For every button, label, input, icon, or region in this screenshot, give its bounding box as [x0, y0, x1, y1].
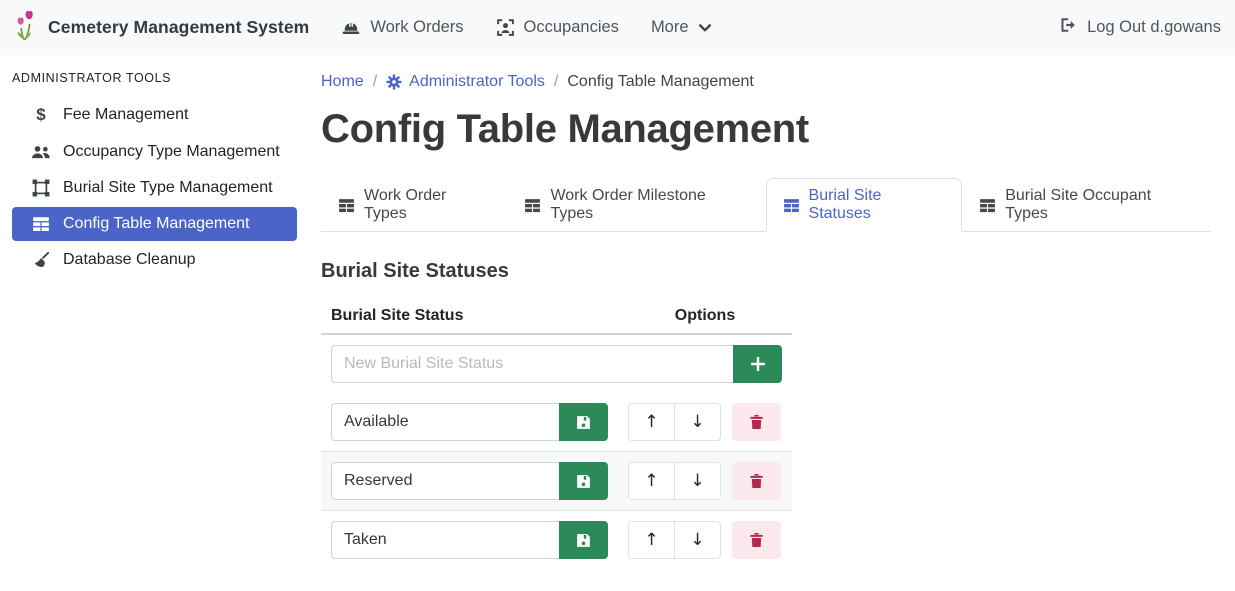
- move-up-button[interactable]: ↑: [628, 521, 675, 559]
- broom-icon: [30, 251, 52, 269]
- sidebar-item-label: Occupancy Type Management: [63, 143, 280, 161]
- nav-occupancies-label: Occupancies: [524, 18, 619, 37]
- move-up-button[interactable]: ↑: [628, 403, 675, 441]
- sidebar-heading: ADMINISTRATOR TOOLS: [0, 63, 310, 95]
- section-title: Burial Site Statuses: [321, 260, 1211, 283]
- burial-site-statuses-table: Burial Site Status Options: [321, 299, 792, 569]
- sidebar-item-fee-management[interactable]: $ Fee Management: [12, 97, 297, 133]
- move-down-button[interactable]: ↓: [674, 462, 721, 500]
- save-status-button[interactable]: [559, 521, 608, 559]
- object-group-icon: [30, 179, 52, 197]
- people-icon: [30, 145, 52, 160]
- column-header-burial-site-status: Burial Site Status: [321, 299, 618, 333]
- admin-sidebar: ADMINISTRATOR TOOLS $ Fee Management Occ…: [0, 55, 310, 569]
- new-status-row: [321, 335, 792, 393]
- top-navbar: Cemetery Management System Work Orders O…: [0, 0, 1235, 55]
- save-status-button[interactable]: [559, 462, 608, 500]
- tab-label: Burial Site Statuses: [809, 187, 946, 223]
- status-input[interactable]: [331, 462, 559, 500]
- delete-status-button[interactable]: [732, 403, 781, 441]
- add-status-button[interactable]: [733, 345, 782, 383]
- sidebar-item-label: Burial Site Type Management: [63, 179, 273, 197]
- move-down-button[interactable]: ↓: [674, 521, 721, 559]
- sidebar-item-database-cleanup[interactable]: Database Cleanup: [12, 243, 297, 277]
- trash-icon: [748, 531, 765, 549]
- status-input[interactable]: [331, 403, 559, 441]
- breadcrumb-admin-tools-label: Administrator Tools: [409, 73, 545, 91]
- sidebar-item-config-table-management[interactable]: Config Table Management: [12, 207, 297, 241]
- column-header-options: Options: [618, 299, 792, 333]
- breadcrumb-home-label: Home: [321, 73, 364, 91]
- status-row-taken: ↑ ↓: [321, 511, 792, 569]
- config-tabs: Work Order Types Work Order Milestone Ty…: [321, 178, 1211, 232]
- hard-hat-icon: [341, 18, 361, 38]
- tab-burial-site-occupant-types[interactable]: Burial Site Occupant Types: [962, 178, 1211, 232]
- status-input[interactable]: [331, 521, 559, 559]
- table-icon: [338, 197, 355, 214]
- nav-more-label: More: [651, 18, 689, 37]
- breadcrumb-administrator-tools[interactable]: Administrator Tools: [386, 73, 545, 91]
- save-icon: [575, 473, 592, 490]
- move-down-button[interactable]: ↓: [674, 403, 721, 441]
- main-content: Home / Administrator Tools / Config: [310, 55, 1235, 569]
- sidebar-item-label: Fee Management: [63, 106, 188, 124]
- sidebar-item-occupancy-type-management[interactable]: Occupancy Type Management: [12, 135, 297, 169]
- table-icon: [524, 197, 541, 214]
- status-row-reserved: ↑ ↓: [321, 452, 792, 511]
- sidebar-item-burial-site-type-management[interactable]: Burial Site Type Management: [12, 171, 297, 205]
- logout-link[interactable]: Log Out d.gowans: [1059, 16, 1221, 39]
- app-brand[interactable]: Cemetery Management System: [12, 9, 309, 46]
- plus-icon: [748, 354, 768, 374]
- tulip-logo-icon: [12, 9, 39, 46]
- breadcrumb: Home / Administrator Tools / Config: [321, 73, 1211, 91]
- app-title: Cemetery Management System: [48, 17, 309, 38]
- tab-work-order-types[interactable]: Work Order Types: [321, 178, 507, 232]
- trash-icon: [748, 472, 765, 490]
- breadcrumb-home[interactable]: Home: [321, 73, 364, 91]
- nav-occupancies[interactable]: Occupancies: [496, 18, 619, 37]
- breadcrumb-separator: /: [554, 73, 558, 91]
- tab-work-order-milestone-types[interactable]: Work Order Milestone Types: [507, 178, 765, 232]
- nav-work-orders-label: Work Orders: [370, 18, 463, 37]
- table-icon: [979, 197, 996, 214]
- table-icon: [783, 197, 800, 214]
- table-icon: [30, 215, 52, 233]
- reorder-button-group: ↑ ↓: [628, 403, 721, 441]
- sidebar-item-label: Database Cleanup: [63, 251, 196, 269]
- page-title: Config Table Management: [321, 107, 1211, 152]
- tab-label: Burial Site Occupant Types: [1005, 187, 1194, 223]
- table-header-row: Burial Site Status Options: [321, 299, 792, 335]
- main-nav: Work Orders Occupancies More: [341, 18, 711, 38]
- reorder-button-group: ↑ ↓: [628, 462, 721, 500]
- tab-burial-site-statuses[interactable]: Burial Site Statuses: [766, 178, 963, 232]
- person-frame-icon: [496, 18, 515, 37]
- nav-more[interactable]: More: [651, 18, 712, 37]
- nav-work-orders[interactable]: Work Orders: [341, 18, 463, 38]
- tab-label: Work Order Types: [364, 187, 490, 223]
- delete-status-button[interactable]: [732, 462, 781, 500]
- sidebar-item-label: Config Table Management: [63, 215, 250, 233]
- new-status-input[interactable]: [331, 345, 733, 383]
- delete-status-button[interactable]: [732, 521, 781, 559]
- breadcrumb-separator: /: [373, 73, 377, 91]
- breadcrumb-current: Config Table Management: [567, 73, 754, 91]
- status-row-available: ↑ ↓: [321, 393, 792, 452]
- logout-icon: [1059, 16, 1077, 39]
- gear-icon: [386, 74, 402, 90]
- save-icon: [575, 532, 592, 549]
- chevron-down-icon: [698, 21, 712, 35]
- move-up-button[interactable]: ↑: [628, 462, 675, 500]
- dollar-icon: $: [30, 105, 52, 125]
- logout-label: Log Out d.gowans: [1087, 18, 1221, 37]
- reorder-button-group: ↑ ↓: [628, 521, 721, 559]
- tab-label: Work Order Milestone Types: [550, 187, 748, 223]
- save-icon: [575, 414, 592, 431]
- trash-icon: [748, 413, 765, 431]
- save-status-button[interactable]: [559, 403, 608, 441]
